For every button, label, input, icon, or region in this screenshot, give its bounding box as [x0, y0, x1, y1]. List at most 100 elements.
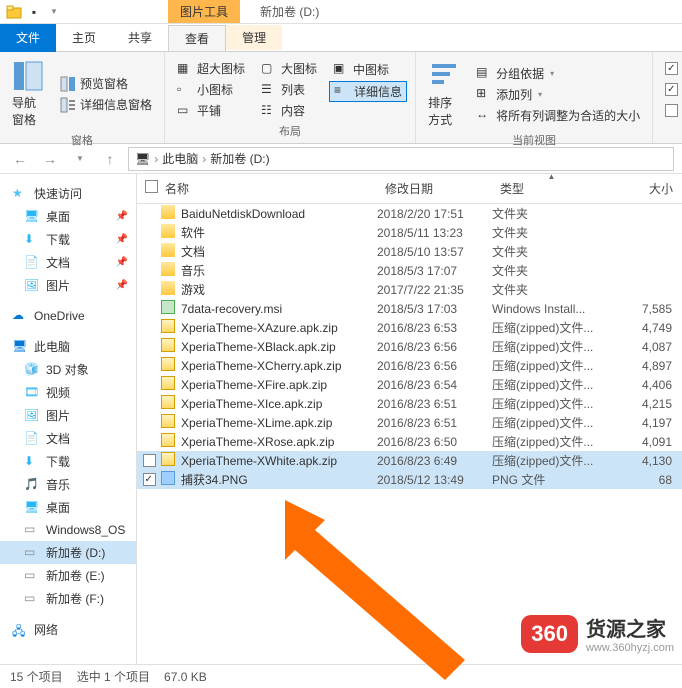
sidebar-thispc[interactable]: 🖥此电脑 [0, 335, 136, 358]
crumb-thispc[interactable]: 此电脑 [162, 150, 198, 167]
checkbox-icon [145, 180, 158, 193]
sidebar-downloads[interactable]: ⬇下载📌 [0, 228, 136, 251]
table-row[interactable]: 音乐2018/5/3 17:07文件夹 [137, 261, 682, 280]
sidebar-downloads2[interactable]: ⬇下载 [0, 450, 136, 473]
groupby-button[interactable]: ▤分组依据▾ [472, 64, 644, 83]
table-row[interactable]: XperiaTheme-XBlack.apk.zip2016/8/23 6:56… [137, 337, 682, 356]
content-button[interactable]: ☷内容 [257, 101, 321, 120]
header-size[interactable]: 大小 [612, 178, 682, 199]
sidebar-music[interactable]: 🎵音乐 [0, 473, 136, 496]
tiles-button[interactable]: ▭平铺 [173, 101, 249, 120]
row-checkbox[interactable] [137, 473, 161, 486]
column-headers: 名称 修改日期 ▲类型 大小 [137, 174, 682, 204]
forward-button[interactable]: → [38, 147, 62, 171]
addcols-button[interactable]: ⊞添加列▾ [472, 85, 644, 104]
sidebar-onedrive[interactable]: ☁OneDrive [0, 305, 136, 327]
sidebar-drive-e[interactable]: ▭新加卷 (E:) [0, 564, 136, 587]
sidebar-pictures[interactable]: 🖼图片📌 [0, 274, 136, 297]
item-checkboxes-toggle[interactable]: 项目复选 [661, 59, 682, 78]
sidebar-network[interactable]: 🖧网络 [0, 618, 136, 641]
ribbon-tabs: 文件 主页 共享 查看 管理 [0, 24, 682, 52]
file-type: PNG 文件 [492, 471, 612, 488]
qat-dropdown-icon[interactable]: ▼ [46, 4, 62, 20]
back-button[interactable]: ← [8, 147, 32, 171]
header-name[interactable]: 名称 [161, 178, 377, 199]
file-ext-toggle[interactable]: 文件扩展 [661, 80, 682, 99]
file-date: 2016/8/23 6:56 [377, 340, 492, 354]
tab-manage[interactable]: 管理 [226, 25, 282, 50]
file-type: Windows Install... [492, 302, 612, 316]
ribbon-group-show: 项目复选 文件扩展 隐藏的项 显示 [653, 52, 682, 143]
sidebar-drive-f[interactable]: ▭新加卷 (F:) [0, 587, 136, 610]
table-row[interactable]: 捕获34.PNG2018/5/12 13:49PNG 文件68 [137, 470, 682, 489]
header-date[interactable]: 修改日期 [377, 178, 492, 199]
sidebar-documents[interactable]: 📄文档📌 [0, 251, 136, 274]
table-row[interactable]: XperiaTheme-XRose.apk.zip2016/8/23 6:50压… [137, 432, 682, 451]
details-view-button[interactable]: ≡详细信息 [329, 81, 407, 102]
breadcrumb[interactable]: 🖥 › 此电脑 › 新加卷 (D:) [128, 147, 674, 171]
table-row[interactable]: 文档2018/5/10 13:57文件夹 [137, 242, 682, 261]
layout-icon: ▢ [261, 61, 277, 77]
header-type[interactable]: ▲类型 [492, 178, 612, 199]
table-row[interactable]: XperiaTheme-XWhite.apk.zip2016/8/23 6:49… [137, 451, 682, 470]
md-icons-button[interactable]: ▣中图标 [329, 60, 407, 79]
status-bar: 15 个项目 选中 1 个项目 67.0 KB [0, 664, 682, 688]
fitcols-button[interactable]: ↔将所有列调整为合适的大小 [472, 106, 644, 125]
sidebar-documents2[interactable]: 📄文档 [0, 427, 136, 450]
sidebar[interactable]: ★快速访问 🖥桌面📌 ⬇下载📌 📄文档📌 🖼图片📌 ☁OneDrive 🖥此电脑… [0, 174, 137, 664]
xl-icons-button[interactable]: ▦超大图标 [173, 59, 249, 78]
sidebar-drive-d[interactable]: ▭新加卷 (D:) [0, 541, 136, 564]
sidebar-pictures2[interactable]: 🖼图片 [0, 404, 136, 427]
table-row[interactable]: BaiduNetdiskDownload2018/2/20 17:51文件夹 [137, 204, 682, 223]
table-row[interactable]: XperiaTheme-XAzure.apk.zip2016/8/23 6:53… [137, 318, 682, 337]
row-checkbox[interactable] [137, 454, 161, 467]
chevron-right-icon: › [202, 152, 206, 166]
table-row[interactable]: XperiaTheme-XIce.apk.zip2016/8/23 6:51压缩… [137, 394, 682, 413]
ribbon-group-current-view: 排序方式 ▤分组依据▾ ⊞添加列▾ ↔将所有列调整为合适的大小 当前视图 [416, 52, 653, 143]
table-row[interactable]: XperiaTheme-XFire.apk.zip2016/8/23 6:54压… [137, 375, 682, 394]
file-name: 音乐 [181, 262, 377, 279]
tool-tab[interactable]: 图片工具 [168, 0, 240, 23]
sort-button[interactable]: 排序方式 [424, 56, 464, 132]
file-name: XperiaTheme-XFire.apk.zip [181, 378, 377, 392]
sm-icons-button[interactable]: ▫小图标 [173, 80, 249, 99]
preview-pane-button[interactable]: 预览窗格 [56, 74, 156, 93]
tab-file[interactable]: 文件 [0, 24, 56, 52]
tab-share[interactable]: 共享 [112, 25, 168, 50]
file-name: 捕获34.PNG [181, 471, 377, 488]
star-icon: ★ [12, 186, 28, 202]
file-name: XperiaTheme-XLime.apk.zip [181, 416, 377, 430]
sidebar-videos[interactable]: 🎞视频 [0, 381, 136, 404]
file-list[interactable]: BaiduNetdiskDownload2018/2/20 17:51文件夹软件… [137, 204, 682, 664]
table-row[interactable]: 游戏2017/7/22 21:35文件夹 [137, 280, 682, 299]
drive-icon: ▭ [24, 568, 40, 584]
tab-view[interactable]: 查看 [168, 25, 226, 51]
qat-item[interactable]: ▪ [26, 4, 42, 20]
ribbon-group-panes: 导航窗格 预览窗格 详细信息窗格 窗格 [0, 52, 165, 143]
sidebar-win8os[interactable]: ▭Windows8_OS [0, 519, 136, 541]
nav-pane-button[interactable]: 导航窗格 [8, 56, 48, 132]
file-icon [161, 300, 181, 317]
table-row[interactable]: XperiaTheme-XLime.apk.zip2016/8/23 6:51压… [137, 413, 682, 432]
file-type: 文件夹 [492, 224, 612, 241]
lg-icons-button[interactable]: ▢大图标 [257, 59, 321, 78]
table-row[interactable]: 软件2018/5/11 13:23文件夹 [137, 223, 682, 242]
up-button[interactable]: ↑ [98, 147, 122, 171]
crumb-drive[interactable]: 新加卷 (D:) [210, 150, 269, 167]
table-row[interactable]: 7data-recovery.msi2018/5/3 17:03Windows … [137, 299, 682, 318]
file-type: 压缩(zipped)文件... [492, 338, 612, 355]
header-checkbox[interactable] [137, 178, 161, 199]
sidebar-3dobjects[interactable]: 🧊3D 对象 [0, 358, 136, 381]
file-size: 4,897 [612, 359, 672, 373]
list-button[interactable]: ☰列表 [257, 80, 321, 99]
tab-home[interactable]: 主页 [56, 25, 112, 50]
sidebar-quick-access[interactable]: ★快速访问 [0, 182, 136, 205]
file-name: BaiduNetdiskDownload [181, 207, 377, 221]
details-pane-button[interactable]: 详细信息窗格 [56, 95, 156, 114]
recent-dropdown[interactable]: ▼ [68, 147, 92, 171]
hidden-items-toggle[interactable]: 隐藏的项 [661, 101, 682, 120]
layout-icon: ▦ [177, 61, 193, 77]
table-row[interactable]: XperiaTheme-XCherry.apk.zip2016/8/23 6:5… [137, 356, 682, 375]
sidebar-desktop2[interactable]: 🖥桌面 [0, 496, 136, 519]
sidebar-desktop[interactable]: 🖥桌面📌 [0, 205, 136, 228]
